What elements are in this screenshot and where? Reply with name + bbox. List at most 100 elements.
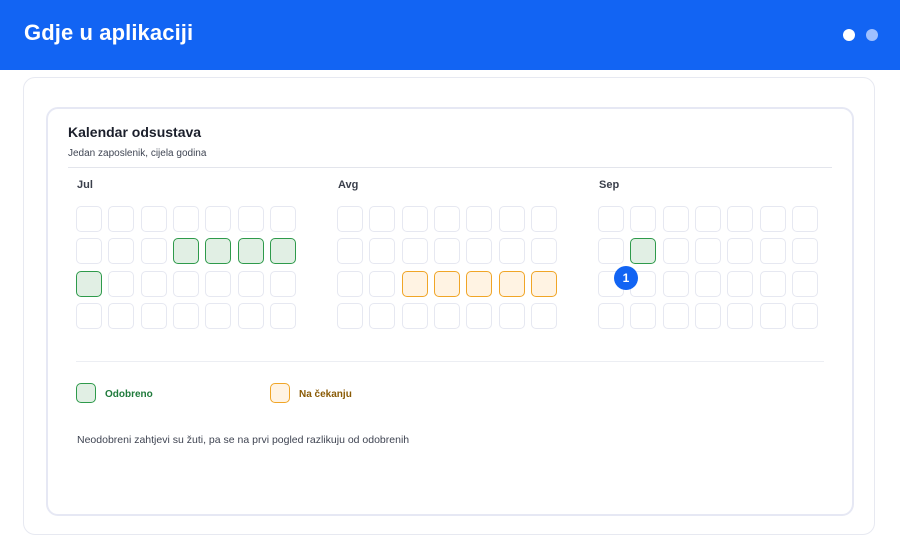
day-cell-empty[interactable] <box>402 303 428 329</box>
day-cell-empty[interactable] <box>270 271 296 297</box>
day-cell-empty[interactable] <box>369 238 395 264</box>
day-cell-empty[interactable] <box>727 303 753 329</box>
day-cell-empty[interactable] <box>369 271 395 297</box>
day-cell-pending[interactable] <box>531 271 557 297</box>
legend-approved-label: Odobreno <box>105 389 153 400</box>
day-cell-empty[interactable] <box>108 206 134 232</box>
day-cell-empty[interactable] <box>337 271 363 297</box>
day-cell-empty[interactable] <box>792 303 818 329</box>
day-cell-empty[interactable] <box>760 271 786 297</box>
day-cell-empty[interactable] <box>402 238 428 264</box>
day-cell-empty[interactable] <box>434 303 460 329</box>
day-cell-empty[interactable] <box>337 238 363 264</box>
day-cell-empty[interactable] <box>466 303 492 329</box>
day-cell-empty[interactable] <box>760 303 786 329</box>
day-cell-empty[interactable] <box>173 206 199 232</box>
day-cell-empty[interactable] <box>663 206 689 232</box>
legend-pending-swatch <box>270 383 290 403</box>
day-cell-empty[interactable] <box>630 303 656 329</box>
day-cell-empty[interactable] <box>695 271 721 297</box>
day-cell-empty[interactable] <box>760 238 786 264</box>
day-cell-empty[interactable] <box>205 303 231 329</box>
day-cell-empty[interactable] <box>108 303 134 329</box>
legend-pending-label: Na čekanju <box>299 389 352 400</box>
day-cell-approved[interactable] <box>270 238 296 264</box>
day-cell-approved[interactable] <box>630 238 656 264</box>
day-cell-empty[interactable] <box>108 238 134 264</box>
day-cell-empty[interactable] <box>238 303 264 329</box>
day-cell-empty[interactable] <box>499 238 525 264</box>
day-cell-empty[interactable] <box>238 206 264 232</box>
day-cell-approved[interactable] <box>205 238 231 264</box>
day-cell-empty[interactable] <box>598 206 624 232</box>
day-cell-empty[interactable] <box>76 303 102 329</box>
legend-approved-swatch <box>76 383 96 403</box>
day-cell-empty[interactable] <box>727 238 753 264</box>
day-cell-empty[interactable] <box>466 238 492 264</box>
day-cell-approved[interactable] <box>76 271 102 297</box>
day-cell-empty[interactable] <box>663 271 689 297</box>
day-cell-empty[interactable] <box>141 271 167 297</box>
day-cell-empty[interactable] <box>598 238 624 264</box>
day-cell-empty[interactable] <box>238 271 264 297</box>
day-cell-empty[interactable] <box>434 206 460 232</box>
day-cell-empty[interactable] <box>663 238 689 264</box>
header-divider <box>68 167 832 168</box>
day-cell-empty[interactable] <box>792 238 818 264</box>
day-cell-empty[interactable] <box>695 206 721 232</box>
day-cell-empty[interactable] <box>792 271 818 297</box>
day-cell-empty[interactable] <box>76 206 102 232</box>
day-cell-approved[interactable] <box>173 238 199 264</box>
day-cell-empty[interactable] <box>76 238 102 264</box>
day-cell-empty[interactable] <box>792 206 818 232</box>
day-cell-approved[interactable] <box>238 238 264 264</box>
day-cell-empty[interactable] <box>108 271 134 297</box>
month-label-jul: Jul <box>77 179 93 191</box>
day-cell-pending[interactable] <box>499 271 525 297</box>
legend-note: Neodobreni zahtjevi su žuti, pa se na pr… <box>77 434 410 446</box>
day-cell-empty[interactable] <box>337 303 363 329</box>
day-cell-empty[interactable] <box>663 303 689 329</box>
day-cell-empty[interactable] <box>499 206 525 232</box>
day-cell-pending[interactable] <box>466 271 492 297</box>
day-cell-empty[interactable] <box>205 206 231 232</box>
day-cell-empty[interactable] <box>499 303 525 329</box>
pager-dot-active[interactable] <box>843 29 855 41</box>
day-cell-empty[interactable] <box>205 271 231 297</box>
day-cell-empty[interactable] <box>531 238 557 264</box>
day-cell-empty[interactable] <box>695 303 721 329</box>
calendar-title: Kalendar odsustava <box>68 124 202 140</box>
day-cell-empty[interactable] <box>727 271 753 297</box>
pager-dot-inactive[interactable] <box>866 29 878 41</box>
day-cell-empty[interactable] <box>270 206 296 232</box>
day-cell-empty[interactable] <box>434 238 460 264</box>
day-cell-empty[interactable] <box>402 206 428 232</box>
day-cell-empty[interactable] <box>173 271 199 297</box>
day-cell-empty[interactable] <box>695 238 721 264</box>
day-cell-empty[interactable] <box>141 206 167 232</box>
day-cell-empty[interactable] <box>369 303 395 329</box>
day-cell-pending[interactable] <box>402 271 428 297</box>
day-cell-empty[interactable] <box>630 206 656 232</box>
day-cell-empty[interactable] <box>531 303 557 329</box>
day-cell-empty[interactable] <box>727 206 753 232</box>
top-bar: Gdje u aplikaciji <box>0 0 900 70</box>
day-cell-empty[interactable] <box>466 206 492 232</box>
calendar-subtitle: Jedan zaposlenik, cijela godina <box>68 148 207 159</box>
day-cell-pending[interactable] <box>434 271 460 297</box>
month-label-sep: Sep <box>599 179 620 191</box>
day-cell-empty[interactable] <box>598 303 624 329</box>
page-title: Gdje u aplikaciji <box>24 20 194 45</box>
day-count-badge: 1 <box>614 266 638 290</box>
month-grid-avg <box>337 206 559 330</box>
month-label-avg: Avg <box>338 179 359 191</box>
day-cell-empty[interactable] <box>270 303 296 329</box>
month-grid-jul <box>76 206 298 330</box>
day-cell-empty[interactable] <box>337 206 363 232</box>
day-cell-empty[interactable] <box>760 206 786 232</box>
day-cell-empty[interactable] <box>141 303 167 329</box>
day-cell-empty[interactable] <box>141 238 167 264</box>
day-cell-empty[interactable] <box>173 303 199 329</box>
day-cell-empty[interactable] <box>369 206 395 232</box>
day-cell-empty[interactable] <box>531 206 557 232</box>
